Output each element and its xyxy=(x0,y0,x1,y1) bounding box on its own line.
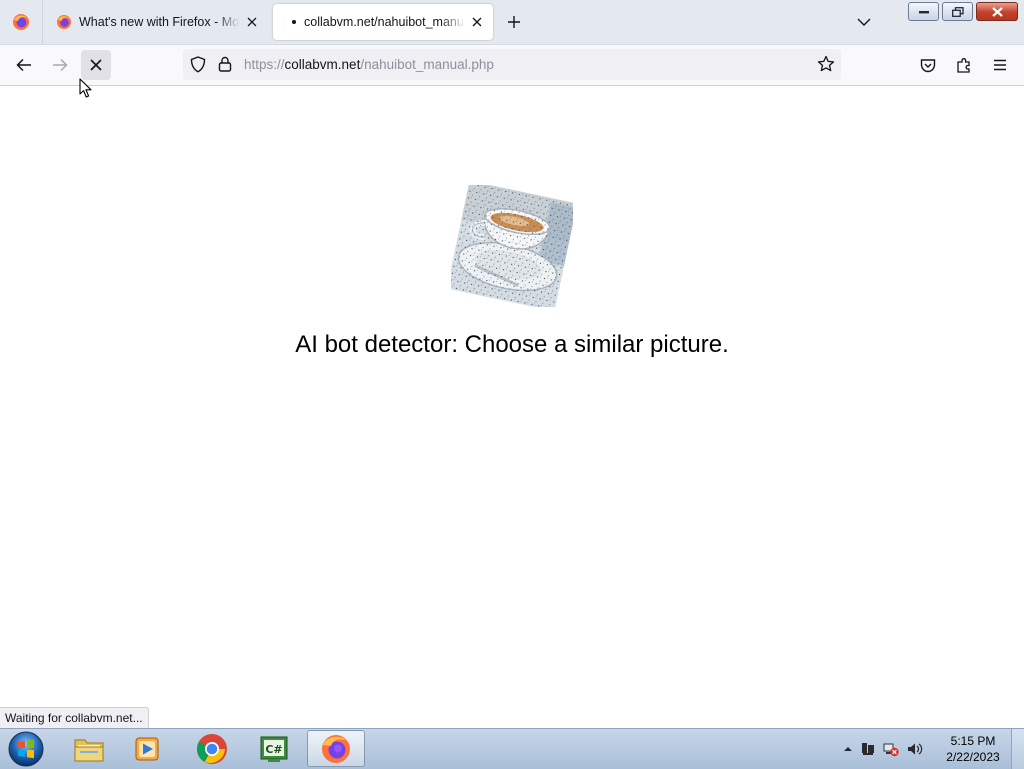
taskbar-windows-explorer[interactable] xyxy=(60,730,118,767)
application-menu-button[interactable] xyxy=(985,50,1015,80)
chevron-down-icon xyxy=(857,18,871,26)
action-center-flag-icon[interactable] xyxy=(860,741,876,757)
arrow-left-icon xyxy=(16,58,31,72)
taskbar-csharp-ide[interactable]: C# xyxy=(245,730,303,767)
clock-time: 5:15 PM xyxy=(950,734,996,748)
pocket-button[interactable] xyxy=(913,50,943,80)
restore-icon xyxy=(951,6,964,17)
firefox-icon xyxy=(13,14,29,30)
chrome-icon xyxy=(196,733,227,764)
tab-title: collabvm.net/nahuibot_manual.php xyxy=(304,15,465,29)
list-all-tabs-button[interactable] xyxy=(852,10,876,34)
volume-icon[interactable] xyxy=(906,741,924,757)
puzzle-piece-icon xyxy=(957,58,970,73)
close-icon xyxy=(247,17,257,27)
firefox-view-button[interactable] xyxy=(0,0,43,44)
mouse-cursor-icon xyxy=(79,78,92,98)
show-hidden-icons-icon[interactable] xyxy=(842,744,854,754)
media-player-icon xyxy=(135,737,159,760)
show-desktop-button[interactable] xyxy=(1011,729,1024,769)
network-disconnected-icon[interactable] xyxy=(882,741,900,757)
firefox-icon xyxy=(322,734,350,763)
taskbar-media-player[interactable] xyxy=(118,730,176,767)
window-controls xyxy=(908,2,1018,21)
loading-indicator xyxy=(292,20,296,24)
pocket-icon xyxy=(920,58,936,72)
tab-whats-new[interactable]: What's new with Firefox - More xyxy=(46,4,268,40)
tab-collabvm[interactable]: collabvm.net/nahuibot_manual.php xyxy=(273,4,493,40)
restore-button[interactable] xyxy=(942,2,973,21)
windows-logo-icon xyxy=(8,731,44,767)
close-icon xyxy=(991,6,1003,17)
clock-date: 2/22/2023 xyxy=(946,750,1000,764)
url-host: collabvm.net xyxy=(284,57,361,72)
tab-title: What's new with Firefox - More xyxy=(79,15,240,29)
navigation-toolbar: https://collabvm.net/nahuibot_manual.php xyxy=(0,45,1024,86)
url-scheme: https:// xyxy=(244,57,285,72)
system-tray xyxy=(842,729,924,769)
bookmark-star-icon[interactable] xyxy=(817,55,835,73)
plus-icon xyxy=(508,16,520,28)
stop-loading-button[interactable] xyxy=(81,50,111,80)
tab-close-button[interactable] xyxy=(240,10,264,34)
firefox-icon xyxy=(57,15,71,29)
page-content: AI bot detector: Choose a similar pictur… xyxy=(0,86,1024,728)
back-button[interactable] xyxy=(9,50,39,80)
extensions-button[interactable] xyxy=(949,50,979,80)
status-bar: Waiting for collabvm.net... xyxy=(0,707,149,728)
start-button[interactable] xyxy=(6,730,46,768)
new-tab-button[interactable] xyxy=(502,10,526,34)
minimize-icon xyxy=(918,10,929,13)
close-icon xyxy=(472,17,482,27)
url-bar[interactable]: https://collabvm.net/nahuibot_manual.php xyxy=(183,49,841,80)
taskbar-firefox[interactable] xyxy=(307,730,365,767)
hamburger-menu-icon xyxy=(994,59,1006,71)
forward-button[interactable] xyxy=(45,50,75,80)
taskbar-chrome[interactable] xyxy=(183,730,241,767)
tracking-protection-shield-icon[interactable] xyxy=(190,56,206,73)
svg-text:C#: C# xyxy=(265,743,282,756)
lock-icon[interactable] xyxy=(218,56,232,72)
captcha-prompt: AI bot detector: Choose a similar pictur… xyxy=(295,331,729,358)
captcha-coffee-cup-image[interactable] xyxy=(451,185,573,307)
close-icon xyxy=(90,59,102,71)
taskbar: C# 5:15 PM 2/22/2023 xyxy=(0,728,1024,769)
tab-close-button[interactable] xyxy=(465,10,489,34)
csharp-icon: C# xyxy=(260,736,288,762)
folder-icon xyxy=(74,739,104,761)
close-window-button[interactable] xyxy=(976,2,1018,21)
minimize-button[interactable] xyxy=(908,2,939,21)
arrow-right-icon xyxy=(53,58,68,72)
tab-strip: What's new with Firefox - More collabvm.… xyxy=(0,0,1024,45)
url-text[interactable]: https://collabvm.net/nahuibot_manual.php xyxy=(244,57,494,72)
taskbar-clock[interactable]: 5:15 PM 2/22/2023 xyxy=(938,733,1008,765)
url-path: /nahuibot_manual.php xyxy=(360,57,494,72)
